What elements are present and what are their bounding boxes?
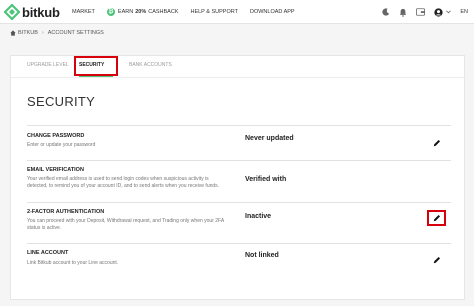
- user-icon[interactable]: [434, 7, 443, 17]
- top-navigation-bar: bitkub MARKET ₿ EARN 20% CASHBACK HELP &…: [0, 0, 474, 24]
- brand-name: bitkub: [22, 4, 60, 20]
- pencil-icon[interactable]: [431, 137, 443, 149]
- row-title: CHANGE PASSWORD: [27, 133, 85, 139]
- edit-highlight-box: [427, 210, 446, 226]
- settings-tabs: UPGRADE LEVEL SECURITY BANK ACCOUNTS: [11, 56, 466, 78]
- settings-row-change-password: CHANGE PASSWORD Enter or update your pas…: [27, 126, 451, 161]
- bitkub-logo[interactable]: bitkub: [4, 4, 60, 20]
- page-title: SECURITY: [27, 94, 96, 109]
- wallet-icon[interactable]: [416, 8, 426, 16]
- header-actions: EN: [373, 0, 468, 24]
- breadcrumb: BITKUB › ACCOUNT SETTINGS: [10, 30, 104, 36]
- breadcrumb-home[interactable]: BITKUB: [18, 30, 38, 36]
- row-title: EMAIL VERIFICATION: [27, 167, 84, 173]
- nav-market[interactable]: MARKET: [72, 9, 95, 15]
- nav-cashback[interactable]: ₿ EARN 20% CASHBACK: [106, 8, 179, 16]
- row-description: Enter or update your password: [27, 142, 96, 148]
- row-status: Never updated: [245, 135, 294, 142]
- tab-highlight-box: [74, 56, 118, 76]
- account-settings-card: UPGRADE LEVEL SECURITY BANK ACCOUNTS SEC…: [10, 55, 466, 300]
- tab-bank-accounts[interactable]: BANK ACCOUNTS: [129, 62, 172, 68]
- chevron-down-icon[interactable]: [446, 10, 452, 14]
- row-title: 2-FACTOR AUTHENTICATION: [27, 209, 105, 215]
- row-status: Inactive: [245, 213, 272, 220]
- bell-icon[interactable]: [399, 8, 407, 17]
- cashback-post: CASHBACK: [148, 9, 179, 15]
- row-status: Verified with: [245, 176, 287, 183]
- breadcrumb-current: ACCOUNT SETTINGS: [47, 30, 104, 36]
- nav-download-app[interactable]: DOWNLOAD APP: [250, 9, 295, 15]
- row-status: Not linked: [245, 252, 279, 259]
- row-description: You can proceed with your Deposit, Withd…: [27, 218, 224, 231]
- settings-row-email-verification: EMAIL VERIFICATION Your verified email a…: [27, 161, 451, 203]
- chevron-right-icon: ›: [41, 30, 44, 36]
- bitkub-logo-icon: [4, 4, 20, 20]
- settings-row-2fa: 2-FACTOR AUTHENTICATION You can proceed …: [27, 203, 451, 244]
- row-description: Link Bitkub account to your Line account…: [27, 260, 119, 266]
- cashback-pre: EARN: [117, 9, 134, 15]
- tab-upgrade-level[interactable]: UPGRADE LEVEL: [27, 62, 69, 68]
- language-selector[interactable]: EN: [460, 9, 468, 15]
- cashback-percent: 20%: [135, 9, 147, 15]
- settings-row-line-account: LINE ACCOUNT Link Bitkub account to your…: [27, 244, 451, 280]
- home-icon[interactable]: [10, 30, 16, 36]
- moon-icon[interactable]: [382, 8, 390, 16]
- main-nav: MARKET ₿ EARN 20% CASHBACK HELP & SUPPOR…: [72, 0, 307, 24]
- row-title: LINE ACCOUNT: [27, 250, 69, 256]
- cashback-icon: ₿: [106, 8, 115, 16]
- pencil-icon[interactable]: [431, 254, 443, 266]
- row-description: Your verified email address is used to s…: [27, 176, 220, 189]
- nav-help-support[interactable]: HELP & SUPPORT: [190, 9, 237, 15]
